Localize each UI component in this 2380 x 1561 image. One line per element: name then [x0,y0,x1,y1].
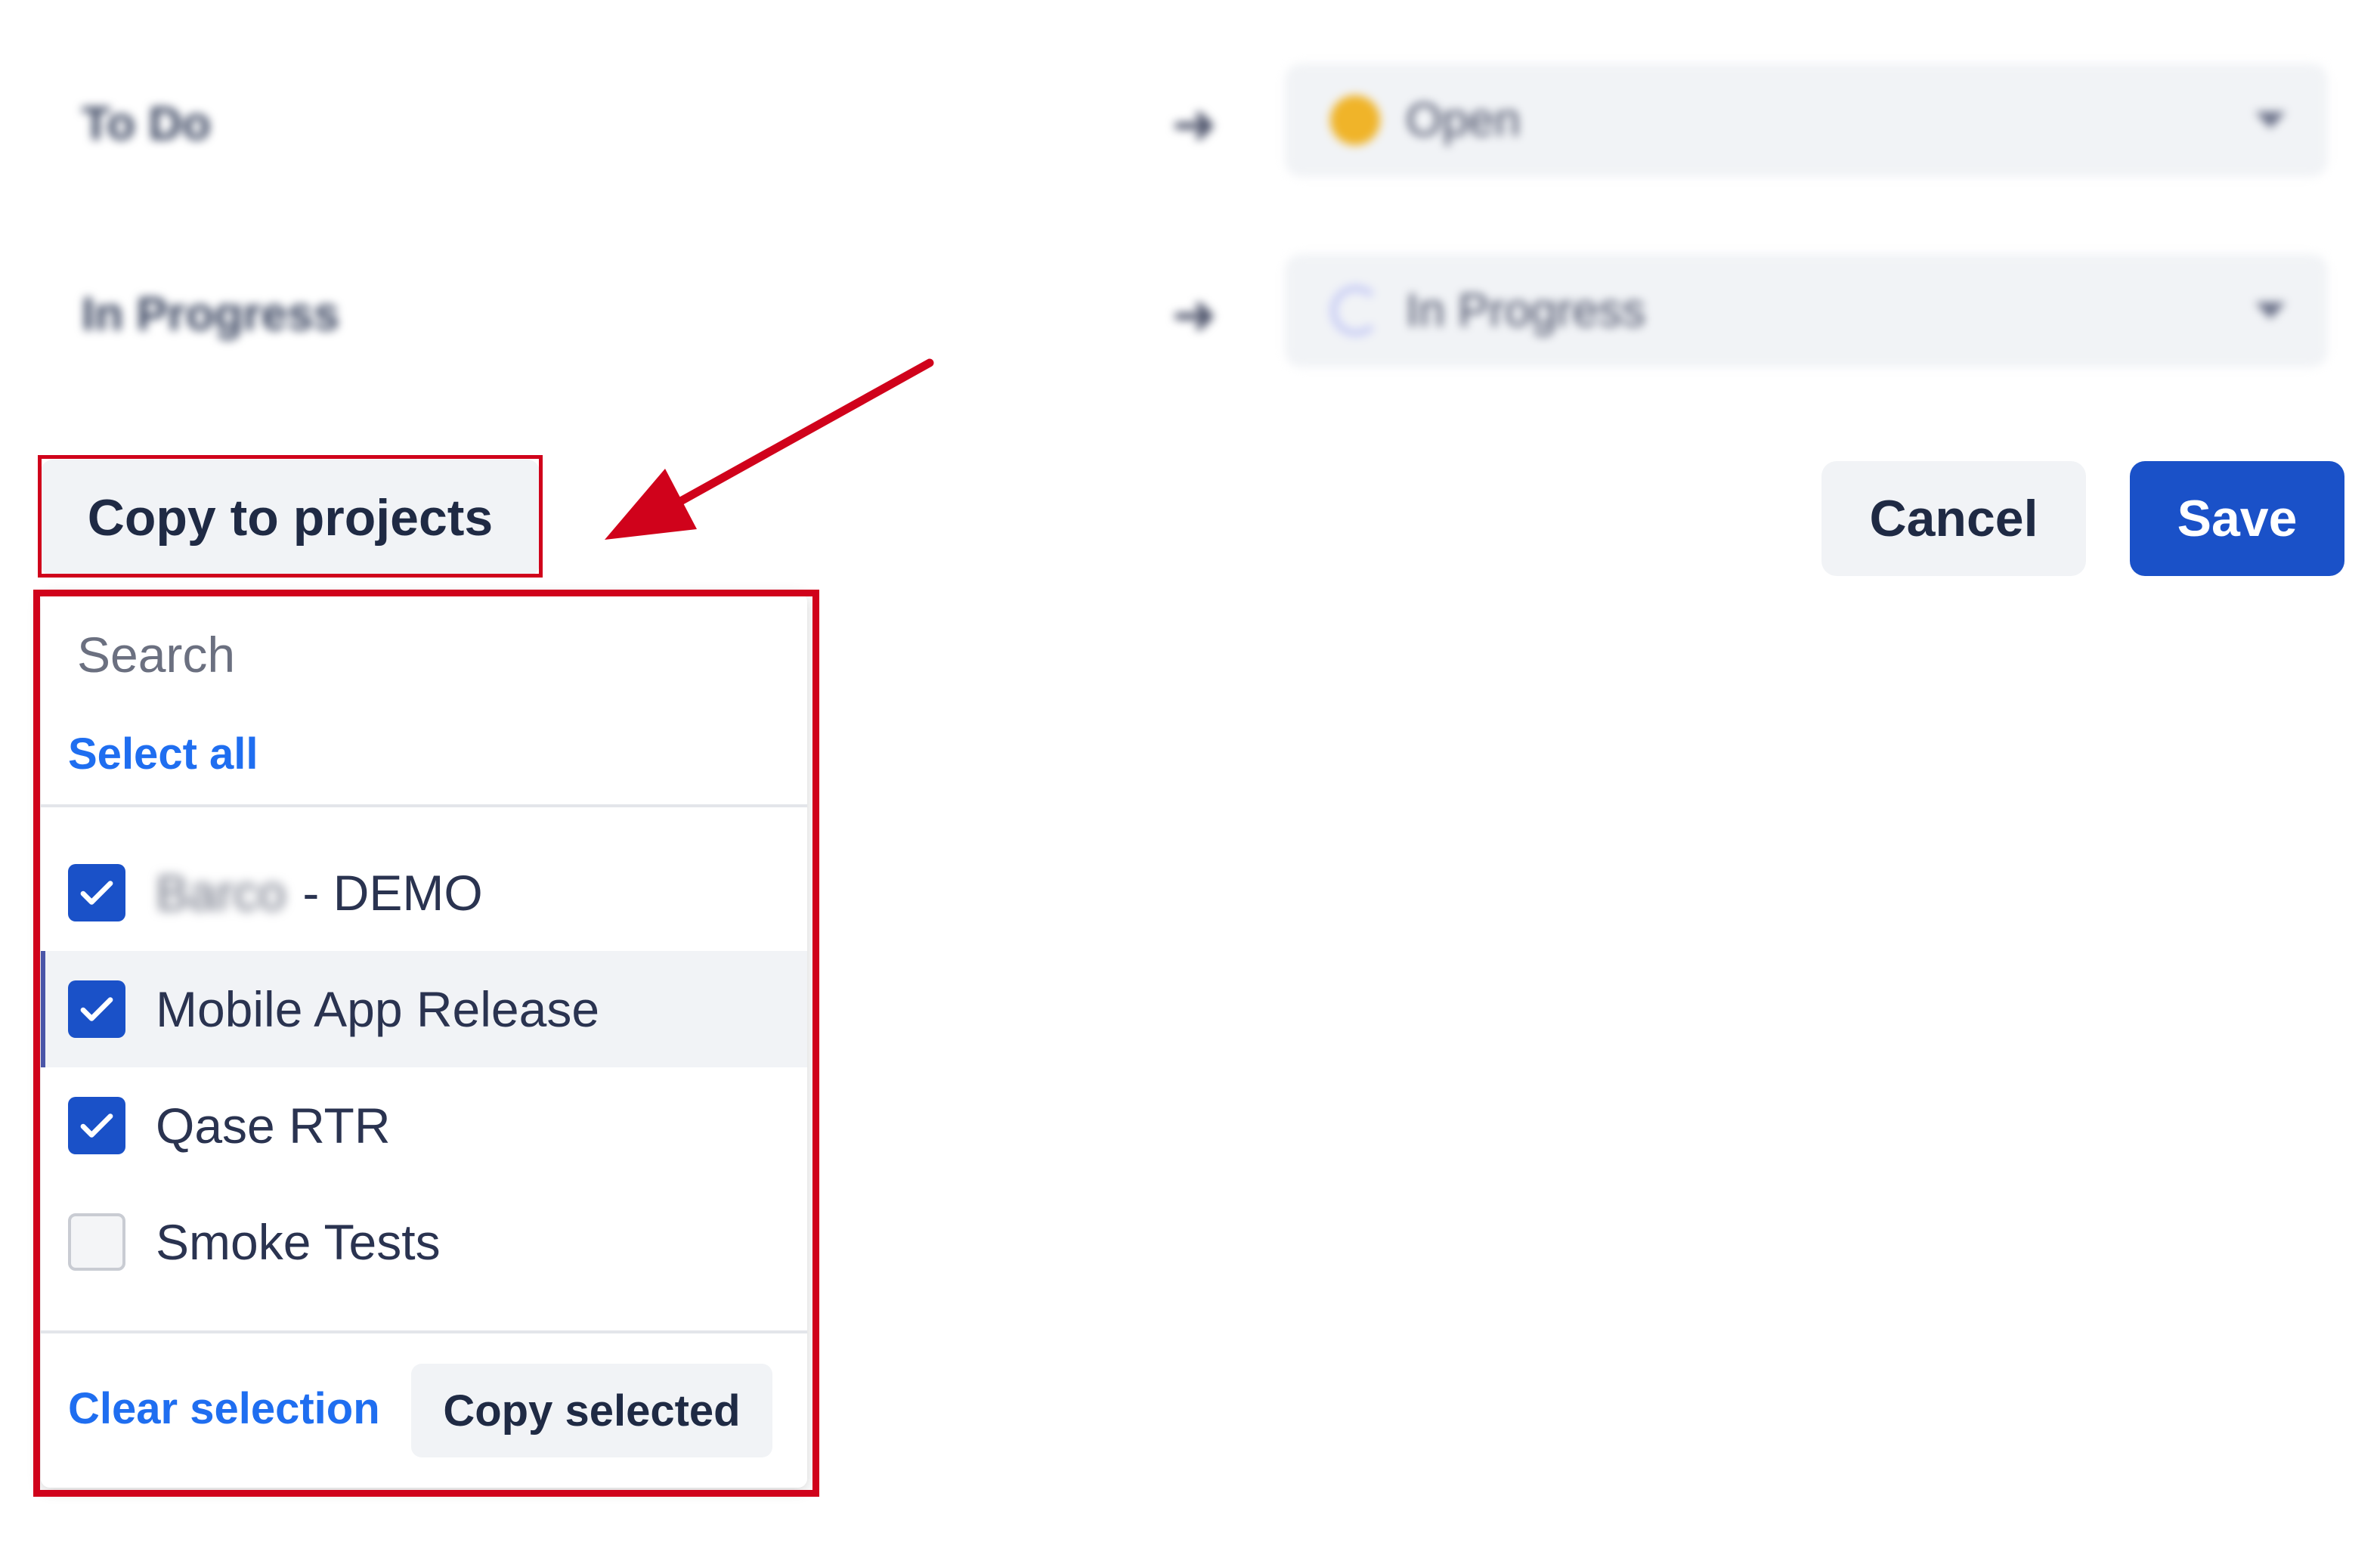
list-item[interactable]: Barco - DEMO [41,835,807,951]
divider [41,804,807,807]
checkmark-icon [80,881,113,905]
copy-to-projects-dropdown: Select all Barco- DEMO Mobile App Releas… [41,593,807,1488]
select-all-link[interactable]: Select all [68,729,258,779]
source-status-label: In Progress [82,288,340,341]
copy-selected-button[interactable]: Copy selected [411,1364,772,1457]
checkmark-icon [80,997,113,1021]
checkbox[interactable] [68,1097,125,1154]
save-button[interactable]: Save [2130,461,2344,576]
target-status-value: Open [1406,94,1521,147]
list-item-label: Mobile App Release [156,981,600,1037]
in-progress-icon [1330,285,1382,336]
list-item-label: Qase RTR [156,1098,391,1154]
status-mapping-row: In Progress ➜ In Progress [0,254,2380,375]
copy-to-projects-button[interactable]: Copy to projects [41,460,540,576]
cancel-button[interactable]: Cancel [1821,461,2086,576]
source-status-label: To Do [82,98,212,150]
list-item-label: Smoke Tests [156,1214,441,1270]
target-status-select[interactable]: In Progress [1285,254,2328,367]
checkbox[interactable] [68,980,125,1038]
list-item[interactable]: Smoke Tests [41,1184,807,1300]
target-status-value: In Progress [1406,284,1646,337]
search-input[interactable] [76,612,774,697]
checkmark-icon [80,1113,113,1138]
list-item-label: Barco - DEMO [156,865,483,921]
list-item[interactable]: Qase RTR [41,1067,807,1184]
arrow-right-icon: ➜ [1171,94,1218,155]
status-dot-icon [1330,95,1380,145]
list-item[interactable]: Mobile App Release [41,951,807,1067]
redacted-text: Barco [156,865,286,921]
checkbox[interactable] [68,1213,125,1271]
chevron-down-icon [2255,112,2286,129]
checkbox[interactable] [68,864,125,921]
clear-selection-link[interactable]: Clear selection [68,1383,380,1434]
chevron-down-icon [2255,302,2286,319]
target-status-select[interactable]: Open [1285,63,2328,177]
status-mapping-row: To Do ➜ Open [0,63,2380,184]
divider [41,1330,807,1333]
arrow-right-icon: ➜ [1171,285,1218,345]
